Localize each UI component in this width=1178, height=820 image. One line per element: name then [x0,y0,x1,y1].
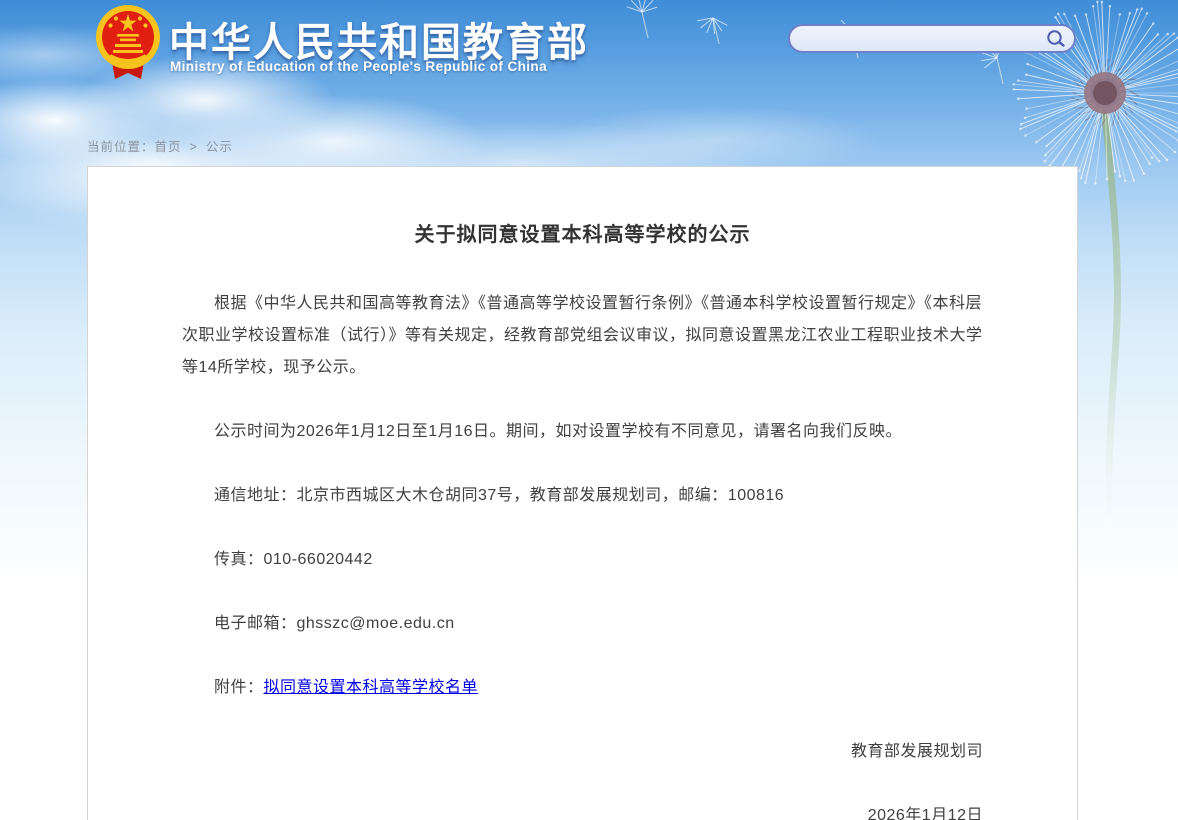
page: 中华人民共和国教育部 Ministry of Education of the … [0,0,1178,820]
notice-attachment-line: 附件：拟同意设置本科高等学校名单 [182,672,983,704]
notice-paragraph-basis: 根据《中华人民共和国高等教育法》《普通高等学校设置暂行条例》《普通本科学校设置暂… [182,288,983,384]
notice-signature: 教育部发展规划司 [182,736,983,768]
notice-paragraph-period: 公示时间为2026年1月12日至1月16日。期间，如对设置学校有不同意见，请署名… [182,416,983,448]
search-box [788,24,1076,53]
notice-title: 关于拟同意设置本科高等学校的公示 [182,218,983,247]
search-icon [1045,28,1067,50]
notice-paragraph-email: 电子邮箱：ghsszc@moe.edu.cn [182,608,983,640]
search-input[interactable] [804,28,1044,50]
attachment-label: 附件： [214,679,264,696]
breadcrumb: 当前位置：首页 > 公示 [87,136,233,155]
breadcrumb-home-link[interactable]: 首页 [155,140,182,154]
attachment-link[interactable]: 拟同意设置本科高等学校名单 [264,679,479,696]
site-subtitle: Ministry of Education of the People's Re… [170,59,547,74]
search-button[interactable] [1044,27,1068,51]
notice-date: 2026年1月12日 [182,800,983,820]
breadcrumb-current-link[interactable]: 公示 [206,140,233,154]
notice-body: 根据《中华人民共和国高等教育法》《普通高等学校设置暂行条例》《普通本科学校设置暂… [182,288,983,820]
breadcrumb-prefix: 当前位置： [87,140,155,154]
notice-paragraph-address: 通信地址：北京市西城区大木仓胡同37号，教育部发展规划司，邮编：100816 [182,480,983,512]
national-emblem-icon [95,4,161,82]
notice-content-card: 关于拟同意设置本科高等学校的公示 根据《中华人民共和国高等教育法》《普通高等学校… [87,166,1078,820]
notice-paragraph-fax: 传真：010-66020442 [182,544,983,576]
breadcrumb-separator: > [190,140,198,154]
